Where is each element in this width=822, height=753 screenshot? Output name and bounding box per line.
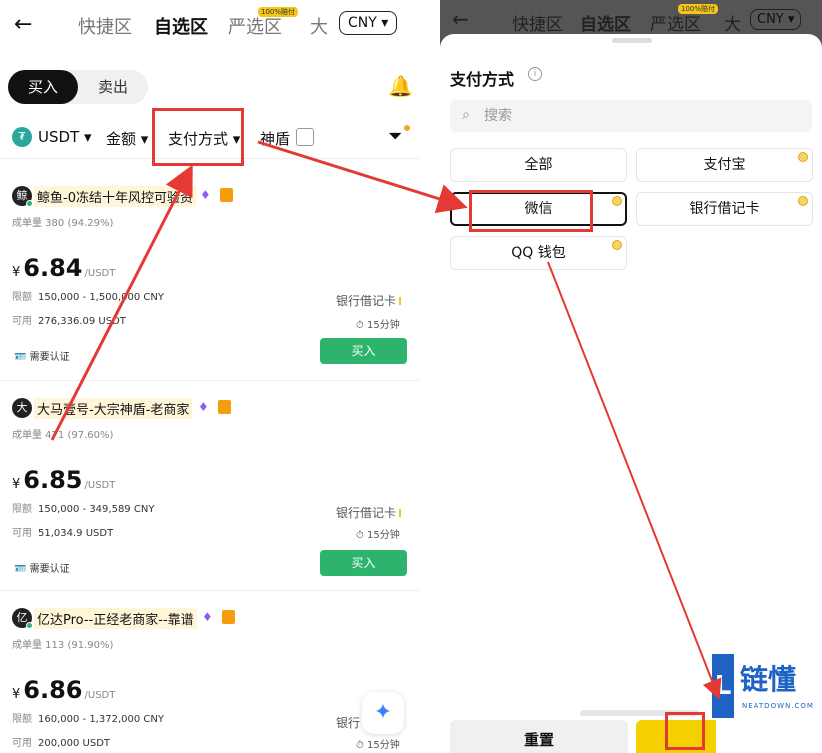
screenshot-root: ← 快捷区 自选区 严选区 100%赔付 大 CNY ▾ 买入 卖出 🔔 ₮ U… [0, 0, 822, 753]
arrow-to-wechat [257, 140, 468, 214]
arrow-to-payment-filter [50, 164, 193, 441]
arrow-to-confirm [547, 261, 722, 700]
annotation-arrows [50, 140, 722, 700]
